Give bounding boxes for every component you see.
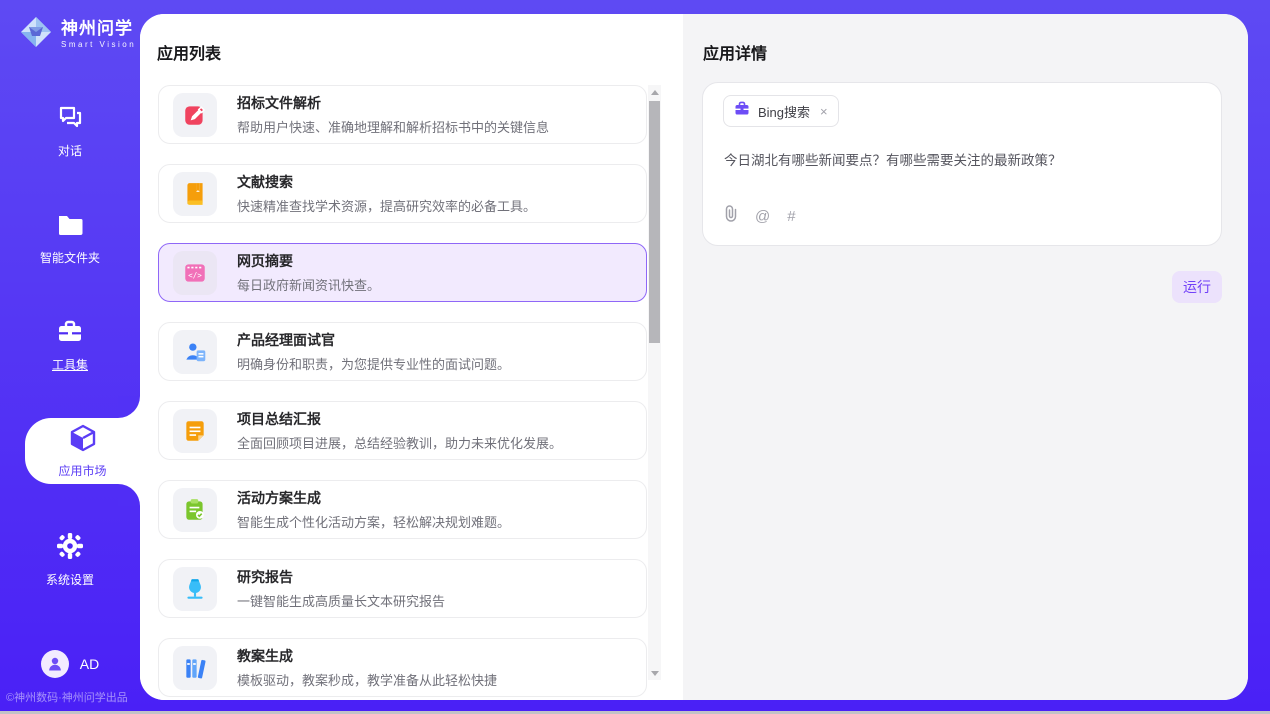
interviewer-icon xyxy=(173,330,217,374)
app-desc: 模板驱动，教案秒成，教学准备从此轻松快捷 xyxy=(237,670,497,689)
app-name: 活动方案生成 xyxy=(237,488,510,508)
cube-icon xyxy=(68,423,98,458)
note-icon xyxy=(173,409,217,453)
app-desc: 明确身份和职责，为您提供专业性的面试问题。 xyxy=(237,354,510,373)
gear-icon xyxy=(56,532,84,565)
at-icon[interactable]: @ xyxy=(755,208,770,225)
sidebar-active-pill[interactable]: 应用市场 xyxy=(25,418,140,484)
sidebar-item-label: 对话 xyxy=(58,142,82,159)
prompt-card: Bing搜索 × 今日湖北有哪些新闻要点？有哪些需要关注的最新政策？ @ # xyxy=(702,82,1222,246)
app-desc: 每日政府新闻资讯快查。 xyxy=(237,275,380,294)
input-toolbar: @ # xyxy=(724,205,796,227)
chat-icon xyxy=(56,105,84,136)
app-list-title: 应用列表 xyxy=(157,40,221,64)
doc-edit-icon xyxy=(173,93,217,137)
sidebar-item-label: 系统设置 xyxy=(46,571,94,588)
paperclip-icon[interactable] xyxy=(724,205,738,227)
close-icon[interactable]: × xyxy=(820,105,828,118)
avatar xyxy=(41,650,69,678)
sidebar-item-app-market[interactable]: 应用市场 xyxy=(0,418,140,484)
app-name: 网页摘要 xyxy=(237,251,380,271)
app-name: 产品经理面试官 xyxy=(237,330,510,350)
hash-icon[interactable]: # xyxy=(787,208,795,225)
sidebar-item-smart-folder[interactable]: 智能文件夹 xyxy=(0,212,140,264)
app-desc: 一键智能生成高质量长文本研究报告 xyxy=(237,591,445,610)
folder-icon xyxy=(56,212,84,243)
app-detail-panel: 应用详情 Bing搜索 × 今日湖北有哪些新闻要点？有哪些需要关注的最新政策？ xyxy=(683,14,1248,700)
scrollbar-thumb[interactable] xyxy=(649,101,660,343)
copyright-text: ©神州数码·神州问学出品 xyxy=(6,689,128,705)
books-icon xyxy=(173,646,217,690)
tool-tag-label: Bing搜索 xyxy=(758,102,810,121)
app-name: 研究报告 xyxy=(237,567,445,587)
list-item-bid-parsing[interactable]: 招标文件解析 帮助用户快速、准确地理解和解析招标书中的关键信息 xyxy=(158,85,647,144)
app-name: 教案生成 xyxy=(237,646,497,666)
sidebar-item-toolset[interactable]: 工具集 xyxy=(0,319,140,371)
pill-corner-bottom xyxy=(118,484,140,506)
briefcase-icon xyxy=(734,101,750,121)
logo-diamond-icon xyxy=(18,14,54,55)
sidebar: 神州问学 Smart Vision 对话 智能文件夹 xyxy=(0,0,140,714)
app-desc: 全面回顾项目进展，总结经验教训，助力未来优化发展。 xyxy=(237,433,562,452)
app-logo: 神州问学 Smart Vision xyxy=(18,14,136,55)
logo-subtitle: Smart Vision xyxy=(61,40,136,49)
sidebar-item-settings[interactable]: 系统设置 xyxy=(0,532,140,584)
list-item-project-summary[interactable]: 项目总结汇报 全面回顾项目进展，总结经验教训，助力未来优化发展。 xyxy=(158,401,647,460)
list-scrollbar[interactable] xyxy=(648,85,661,680)
list-item-literature-search[interactable]: 文献搜索 快速精准查找学术资源，提高研究效率的必备工具。 xyxy=(158,164,647,223)
browser-code-icon: </> xyxy=(173,251,217,295)
toolbox-icon xyxy=(56,319,84,350)
book-icon xyxy=(173,172,217,216)
report-icon xyxy=(173,567,217,611)
list-item-lesson-plan[interactable]: 教案生成 模板驱动，教案秒成，教学准备从此轻松快捷 xyxy=(158,638,647,697)
user-account[interactable]: AD xyxy=(0,650,140,678)
list-item-research-report[interactable]: 研究报告 一键智能生成高质量长文本研究报告 xyxy=(158,559,647,618)
main-container: 应用列表 招标文件解析 帮助用户快速、准确地理解和解析招标书中的关键信息 xyxy=(140,14,1248,700)
tool-tag-bing-search[interactable]: Bing搜索 × xyxy=(723,95,839,127)
list-item-web-summary[interactable]: </> 网页摘要 每日政府新闻资讯快查。 xyxy=(158,243,647,302)
app-desc: 帮助用户快速、准确地理解和解析招标书中的关键信息 xyxy=(237,117,549,136)
scroll-up-arrow[interactable] xyxy=(648,85,661,99)
list-item-pm-interviewer[interactable]: 产品经理面试官 明确身份和职责，为您提供专业性的面试问题。 xyxy=(158,322,647,381)
app-desc: 智能生成个性化活动方案，轻松解决规划难题。 xyxy=(237,512,510,531)
app-name: 文献搜索 xyxy=(237,172,536,192)
sidebar-item-label: 工具集 xyxy=(52,356,88,373)
scroll-down-arrow[interactable] xyxy=(648,666,661,680)
sidebar-item-label: 智能文件夹 xyxy=(40,249,100,266)
user-name: AD xyxy=(80,656,99,672)
logo-title: 神州问学 xyxy=(61,20,136,39)
sidebar-item-label: 应用市场 xyxy=(58,462,106,479)
prompt-input[interactable]: 今日湖北有哪些新闻要点？有哪些需要关注的最新政策？ xyxy=(724,151,1201,171)
app-name: 招标文件解析 xyxy=(237,93,549,113)
run-button[interactable]: 运行 xyxy=(1172,271,1222,303)
app-list: 招标文件解析 帮助用户快速、准确地理解和解析招标书中的关键信息 文献搜索 快速精… xyxy=(158,85,647,700)
clipboard-check-icon xyxy=(173,488,217,532)
list-item-activity-plan[interactable]: 活动方案生成 智能生成个性化活动方案，轻松解决规划难题。 xyxy=(158,480,647,539)
pill-corner-top xyxy=(118,396,140,418)
svg-text:</>: </> xyxy=(188,270,202,279)
app-name: 项目总结汇报 xyxy=(237,409,562,429)
sidebar-item-chat[interactable]: 对话 xyxy=(0,105,140,157)
sidebar-nav: 对话 智能文件夹 工具集 xyxy=(0,105,140,639)
app-detail-title: 应用详情 xyxy=(703,40,767,64)
app-list-panel: 应用列表 招标文件解析 帮助用户快速、准确地理解和解析招标书中的关键信息 xyxy=(140,14,683,700)
app-desc: 快速精准查找学术资源，提高研究效率的必备工具。 xyxy=(237,196,536,215)
